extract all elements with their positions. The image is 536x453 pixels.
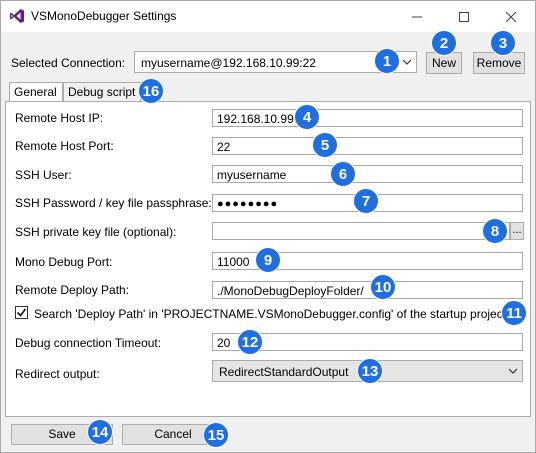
title-bar: VSMonoDebugger Settings: [1, 1, 535, 32]
minimize-button[interactable]: [394, 1, 440, 32]
annotation-badge-11: 11: [501, 300, 527, 326]
ssh-private-key-label: SSH private key file (optional):: [15, 225, 177, 239]
ssh-password-label: SSH Password / key file passphrase:: [15, 196, 212, 210]
selected-connection-label: Selected Connection:: [11, 56, 126, 70]
remote-deploy-path-input[interactable]: ./MonoDebugDeployFolder/: [212, 281, 523, 299]
remote-host-ip-label: Remote Host IP:: [15, 111, 104, 125]
remote-host-port-label: Remote Host Port:: [15, 139, 114, 153]
window-title: VSMonoDebugger Settings: [31, 9, 177, 23]
minimize-icon: [412, 16, 422, 18]
visual-studio-logo-icon: [10, 9, 24, 23]
ssh-user-input[interactable]: myusername: [212, 165, 523, 183]
annotation-badge-3: 3: [490, 30, 516, 56]
close-icon: [505, 11, 517, 23]
redirect-output-value: RedirectStandardOutput: [219, 365, 349, 379]
maximize-button[interactable]: [441, 1, 487, 32]
search-deploy-path-checkbox[interactable]: [15, 306, 28, 319]
annotation-badge-10: 10: [370, 274, 396, 300]
chevron-down-icon: [508, 368, 518, 374]
tab-debug-script[interactable]: Debug script: [63, 82, 141, 101]
chevron-down-icon: [402, 59, 412, 65]
ssh-user-label: SSH User:: [15, 168, 72, 182]
mono-debug-port-label: Mono Debug Port:: [15, 255, 113, 269]
maximize-icon: [459, 12, 469, 22]
remote-host-port-input[interactable]: 22: [212, 137, 523, 155]
annotation-badge-13: 13: [357, 358, 383, 384]
connection-value: myusername@192.168.10.99:22: [141, 56, 316, 70]
remote-host-ip-input[interactable]: 192.168.10.99: [212, 109, 523, 127]
search-deploy-path-label[interactable]: Search 'Deploy Path' in 'PROJECTNAME.VSM…: [34, 307, 509, 321]
tab-general[interactable]: General: [9, 82, 63, 102]
annotation-badge-8: 8: [482, 218, 508, 244]
annotation-badge-5: 5: [312, 132, 338, 158]
check-icon: [16, 308, 27, 317]
ssh-private-key-input[interactable]: [212, 222, 510, 240]
annotation-badge-15: 15: [203, 422, 229, 448]
annotation-badge-6: 6: [330, 161, 356, 187]
remote-deploy-path-label: Remote Deploy Path:: [15, 283, 130, 297]
annotation-badge-7: 7: [353, 188, 379, 214]
browse-key-file-button[interactable]: ...: [510, 222, 524, 240]
annotation-badge-4: 4: [294, 104, 320, 130]
debug-timeout-label: Debug connection Timeout:: [15, 336, 162, 350]
redirect-output-label: Redirect output:: [15, 367, 100, 381]
settings-window: VSMonoDebugger Settings Selected Connect…: [0, 0, 536, 453]
annotation-badge-14: 14: [87, 419, 113, 445]
annotation-badge-12: 12: [237, 329, 263, 355]
close-button[interactable]: [488, 1, 534, 32]
annotation-badge-2: 2: [431, 30, 457, 56]
annotation-badge-16: 16: [138, 78, 164, 104]
annotation-badge-1: 1: [374, 48, 400, 74]
annotation-badge-9: 9: [255, 247, 281, 273]
